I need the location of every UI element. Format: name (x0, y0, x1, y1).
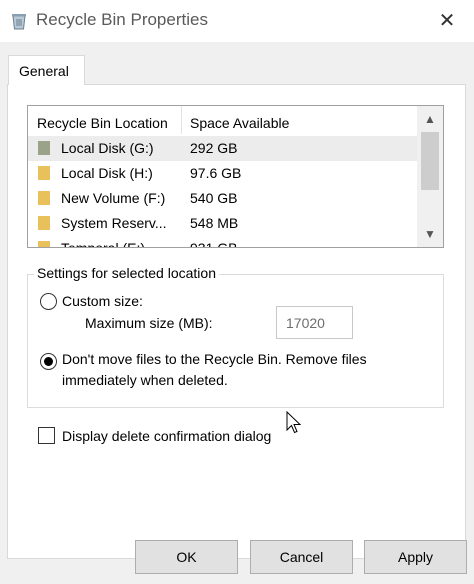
column-header-space[interactable]: Space Available (190, 115, 289, 131)
close-icon: ✕ (438, 9, 456, 32)
max-size-label: Maximum size (MB): (85, 315, 213, 331)
cancel-button[interactable]: Cancel (250, 540, 353, 574)
column-divider[interactable] (181, 106, 182, 134)
folder-icon (38, 241, 50, 247)
folder-icon (38, 191, 50, 205)
recycle-bin-icon (12, 14, 26, 30)
space-available: 97.6 GB (190, 165, 242, 181)
custom-size-label: Custom size: (62, 293, 143, 309)
list-item[interactable]: System Reserv... 548 MB (28, 211, 417, 236)
tab-general[interactable]: General (8, 55, 85, 85)
custom-size-radio[interactable] (40, 293, 57, 310)
folder-icon (38, 166, 50, 180)
drive-name: Local Disk (G:) (61, 140, 154, 156)
space-available: 292 GB (190, 140, 238, 156)
apply-button[interactable]: Apply (364, 540, 467, 574)
drive-name: New Volume (F:) (61, 190, 166, 206)
scrollbar-thumb[interactable] (421, 132, 439, 190)
scroll-down-button[interactable]: ▼ (417, 223, 443, 245)
ok-button[interactable]: OK (135, 540, 238, 574)
space-available: 548 MB (190, 215, 239, 231)
confirm-dialog-checkbox[interactable] (38, 427, 55, 444)
dont-move-label-continued: immediately when deleted. (62, 372, 228, 388)
chevron-up-icon: ▲ (424, 112, 436, 126)
recycle-bin-location-list[interactable]: Recycle Bin Location Space Available Loc… (27, 105, 444, 248)
dont-move-label: Don't move files to the Recycle Bin. Rem… (62, 351, 367, 367)
column-header-location[interactable]: Recycle Bin Location (37, 115, 168, 131)
title-bar: Recycle Bin Properties ✕ (0, 0, 474, 42)
space-available: 931 GB (190, 240, 238, 248)
list-rows: Local Disk (G:) 292 GB Local Disk (H:) 9… (28, 136, 417, 248)
confirm-dialog-label: Display delete confirmation dialog (62, 428, 272, 444)
list-header: Recycle Bin Location Space Available (28, 106, 417, 136)
close-button[interactable]: ✕ (432, 6, 462, 34)
dont-move-radio[interactable] (40, 353, 57, 370)
drive-name: Temporal (E:) (61, 240, 146, 248)
list-item[interactable]: New Volume (F:) 540 GB (28, 186, 417, 211)
folder-icon (38, 141, 50, 155)
max-size-input[interactable] (276, 306, 353, 339)
space-available: 540 GB (190, 190, 238, 206)
folder-icon (38, 216, 50, 230)
list-item[interactable]: Local Disk (G:) 292 GB (28, 136, 417, 161)
list-item[interactable]: Temporal (E:) 931 GB (28, 236, 417, 248)
list-item[interactable]: Local Disk (H:) 97.6 GB (28, 161, 417, 186)
group-title: Settings for selected location (34, 265, 219, 281)
list-scrollbar[interactable]: ▲ ▼ (417, 106, 443, 247)
drive-name: System Reserv... (61, 215, 167, 231)
chevron-down-icon: ▼ (424, 227, 436, 241)
tab-general-label: General (19, 63, 69, 79)
scroll-up-button[interactable]: ▲ (417, 108, 443, 130)
drive-name: Local Disk (H:) (61, 165, 153, 181)
mouse-cursor-icon (286, 411, 302, 434)
window-title: Recycle Bin Properties (36, 10, 208, 29)
